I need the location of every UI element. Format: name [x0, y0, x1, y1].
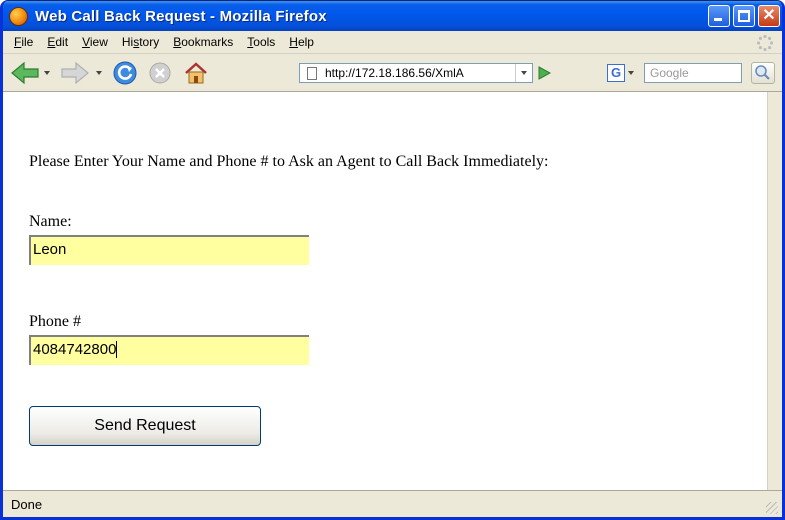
reload-button[interactable]	[111, 60, 139, 86]
google-icon: G	[607, 64, 625, 82]
browser-window: Web Call Back Request - Mozilla Firefox …	[0, 0, 785, 520]
menu-help-label: elp	[297, 35, 314, 49]
maximize-button[interactable]	[733, 5, 755, 27]
menu-file-label: ile	[21, 35, 34, 49]
menu-bookmarks[interactable]: Bookmarks	[166, 35, 240, 49]
url-text: http://172.18.186.56/XmlA	[325, 66, 464, 80]
text-caret	[116, 341, 118, 358]
menu-file[interactable]: File	[7, 35, 40, 49]
phone-label: Phone #	[29, 313, 81, 330]
chevron-down-icon	[521, 71, 527, 75]
home-button[interactable]	[182, 60, 210, 86]
forward-button[interactable]	[59, 60, 91, 86]
url-history-dropdown[interactable]	[515, 64, 532, 82]
menu-view-label: iew	[89, 35, 108, 49]
menu-bookmarks-label: ookmarks	[181, 35, 234, 49]
status-text: Done	[11, 497, 43, 512]
menu-bar: File Edit View History Bookmarks Tools H…	[3, 31, 782, 54]
phone-input[interactable]: 4084742800	[29, 335, 309, 365]
back-button[interactable]	[9, 60, 41, 86]
menu-edit-label: dit	[55, 35, 69, 49]
menu-tools[interactable]: Tools	[240, 35, 282, 49]
menu-edit[interactable]: Edit	[40, 35, 75, 49]
page-content: Please Enter Your Name and Phone # to As…	[3, 92, 782, 491]
search-button[interactable]	[751, 62, 775, 84]
close-icon: ✕	[762, 7, 776, 24]
firefox-icon	[9, 6, 28, 26]
menu-view-accel: V	[82, 35, 90, 49]
home-icon	[185, 62, 207, 84]
resize-grip-icon[interactable]	[766, 502, 778, 514]
scrollbar-edge	[767, 92, 782, 491]
stop-icon	[149, 62, 171, 84]
name-input[interactable]: Leon	[29, 235, 309, 265]
name-label: Name:	[29, 213, 72, 230]
menu-help[interactable]: Help	[282, 35, 321, 49]
magnifier-icon	[755, 65, 770, 80]
page-prompt: Please Enter Your Name and Phone # to As…	[29, 153, 549, 170]
search-input[interactable]: Google	[644, 63, 742, 83]
maximize-icon	[738, 10, 750, 22]
go-icon[interactable]	[536, 65, 552, 81]
phone-input-value: 4084742800	[33, 341, 117, 358]
window-title: Web Call Back Request - Mozilla Firefox	[35, 7, 327, 25]
menu-history-label: tory	[139, 35, 160, 49]
send-request-button[interactable]: Send Request	[29, 406, 261, 446]
menu-tools-label: ools	[253, 35, 276, 49]
stop-button[interactable]	[146, 60, 174, 86]
forward-arrow-icon	[61, 61, 89, 85]
menu-history[interactable]: History	[115, 35, 166, 49]
back-history-dropdown[interactable]	[41, 60, 53, 86]
throbber-icon	[756, 34, 774, 52]
status-bar: Done	[3, 490, 782, 517]
navigation-toolbar: http://172.18.186.56/XmlA G Google	[3, 54, 782, 92]
minimize-button[interactable]	[708, 5, 730, 27]
search-engine-selector[interactable]: G	[607, 63, 641, 83]
chevron-down-icon	[96, 71, 102, 75]
menu-history-pre: Hi	[121, 35, 134, 49]
title-bar[interactable]: Web Call Back Request - Mozilla Firefox …	[3, 1, 782, 31]
menu-view[interactable]: View	[75, 35, 115, 49]
page-icon	[307, 67, 317, 80]
url-bar[interactable]: http://172.18.186.56/XmlA	[299, 63, 533, 83]
minimize-icon	[714, 18, 722, 21]
chevron-down-icon	[44, 71, 50, 75]
close-button[interactable]: ✕	[758, 5, 780, 27]
chevron-down-icon	[628, 71, 634, 75]
reload-icon	[113, 61, 137, 85]
back-arrow-icon	[11, 61, 39, 85]
forward-history-dropdown[interactable]	[93, 60, 105, 86]
menu-help-accel: H	[289, 35, 298, 49]
